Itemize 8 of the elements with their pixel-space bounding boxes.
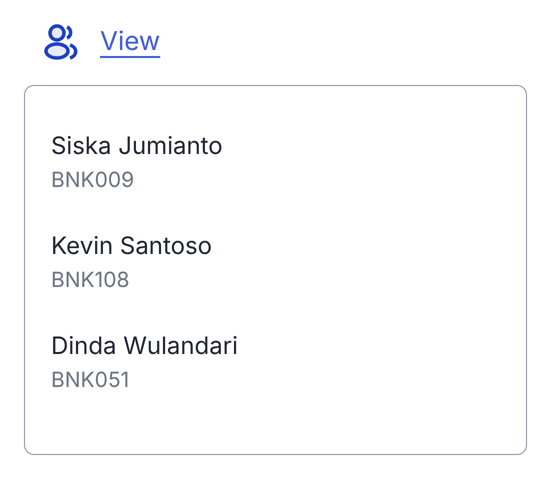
- users-icon: [44, 22, 80, 60]
- person-name: Kevin Santoso: [51, 231, 214, 261]
- person-code: BNK051: [51, 367, 130, 395]
- view-link[interactable]: View: [100, 22, 160, 61]
- person-code: BNK108: [51, 267, 130, 295]
- person-name: Dinda Wulandari: [51, 331, 239, 361]
- person-name: Siska Jumianto: [51, 131, 224, 161]
- person-code: BNK009: [51, 167, 136, 195]
